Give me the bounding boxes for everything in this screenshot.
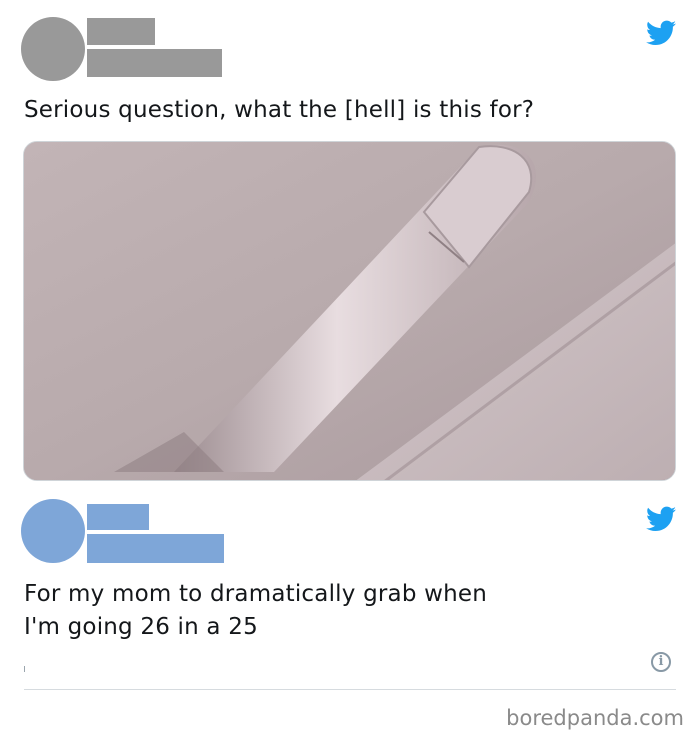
twitter-bird-icon[interactable] bbox=[646, 506, 676, 532]
info-icon[interactable]: i bbox=[651, 652, 671, 672]
twitter-bird-icon[interactable] bbox=[646, 20, 676, 46]
timestamp-placeholder bbox=[24, 666, 25, 672]
divider bbox=[24, 689, 676, 690]
avatar[interactable] bbox=[21, 499, 85, 563]
car-grab-handle-photo bbox=[24, 142, 675, 480]
redacted-username bbox=[87, 534, 224, 563]
redacted-display-name bbox=[87, 504, 149, 530]
redacted-display-name bbox=[87, 18, 155, 45]
tweet-card: Serious question, what the [hell] is thi… bbox=[0, 0, 700, 494]
avatar[interactable] bbox=[21, 17, 85, 81]
redacted-username bbox=[87, 49, 222, 77]
tweet-photo[interactable] bbox=[23, 141, 676, 481]
tweet-text: For my mom to dramatically grab when I'm… bbox=[24, 581, 488, 640]
watermark: boredpanda.com bbox=[506, 706, 684, 730]
tweet-card: For my mom to dramatically grab when I'm… bbox=[0, 494, 700, 700]
tweet-text: Serious question, what the [hell] is thi… bbox=[24, 97, 535, 123]
